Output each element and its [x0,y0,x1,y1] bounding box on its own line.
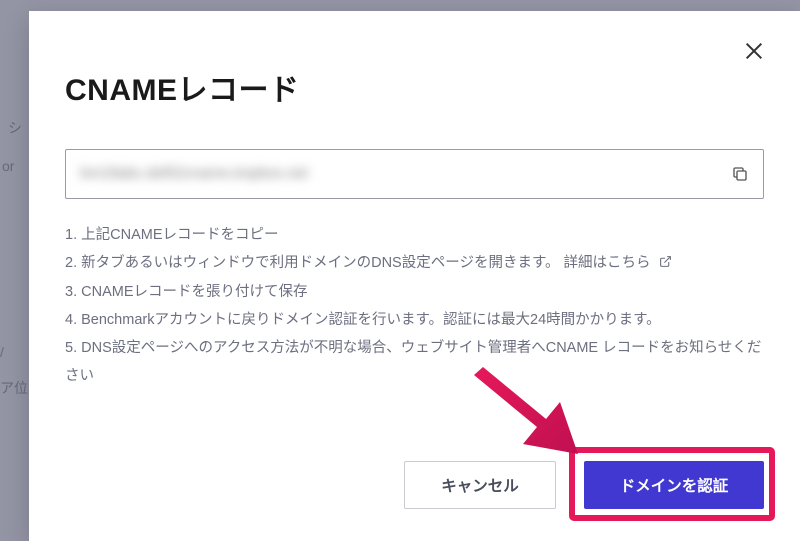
cname-record-modal: CNAMEレコード bm18abc.def02cname.tmpbox.net … [29,11,800,541]
cname-record-field[interactable]: bm18abc.def02cname.tmpbox.net [65,149,764,199]
instruction-item: 3. CNAMEレコードを張り付けて保存 [65,278,764,306]
modal-button-row: キャンセル ドメインを認証 [404,461,764,509]
instruction-item: 4. Benchmarkアカウントに戻りドメイン認証を行います。認証には最大24… [65,306,764,334]
cancel-button[interactable]: キャンセル [404,461,556,509]
close-icon [743,40,765,62]
details-link[interactable]: 詳細はこちら [564,255,651,271]
instruction-item: 1. 上記CNAMEレコードをコピー [65,221,764,249]
external-link-icon [659,255,672,268]
bg-text: ア位 [0,378,28,398]
instruction-text: 2. 新タブあるいはウィンドウで利用ドメインのDNS設定ページを開きます。 [65,255,560,271]
instruction-item: 5. DNS設定ページへのアクセス方法が不明な場合、ウェブサイト管理者へCNAM… [65,334,764,391]
modal-title: CNAMEレコード [65,65,764,109]
bg-text: シ [8,118,22,138]
close-button[interactable] [740,37,768,65]
bg-text: or [2,158,14,174]
instruction-item: 2. 新タブあるいはウィンドウで利用ドメインのDNS設定ページを開きます。 詳細… [65,249,764,277]
cname-value: bm18abc.def02cname.tmpbox.net [80,165,731,183]
bg-text: / [0,344,4,360]
instructions-list: 1. 上記CNAMEレコードをコピー 2. 新タブあるいはウィンドウで利用ドメイ… [65,221,764,391]
verify-domain-button[interactable]: ドメインを認証 [584,461,764,509]
copy-icon[interactable] [731,165,749,183]
